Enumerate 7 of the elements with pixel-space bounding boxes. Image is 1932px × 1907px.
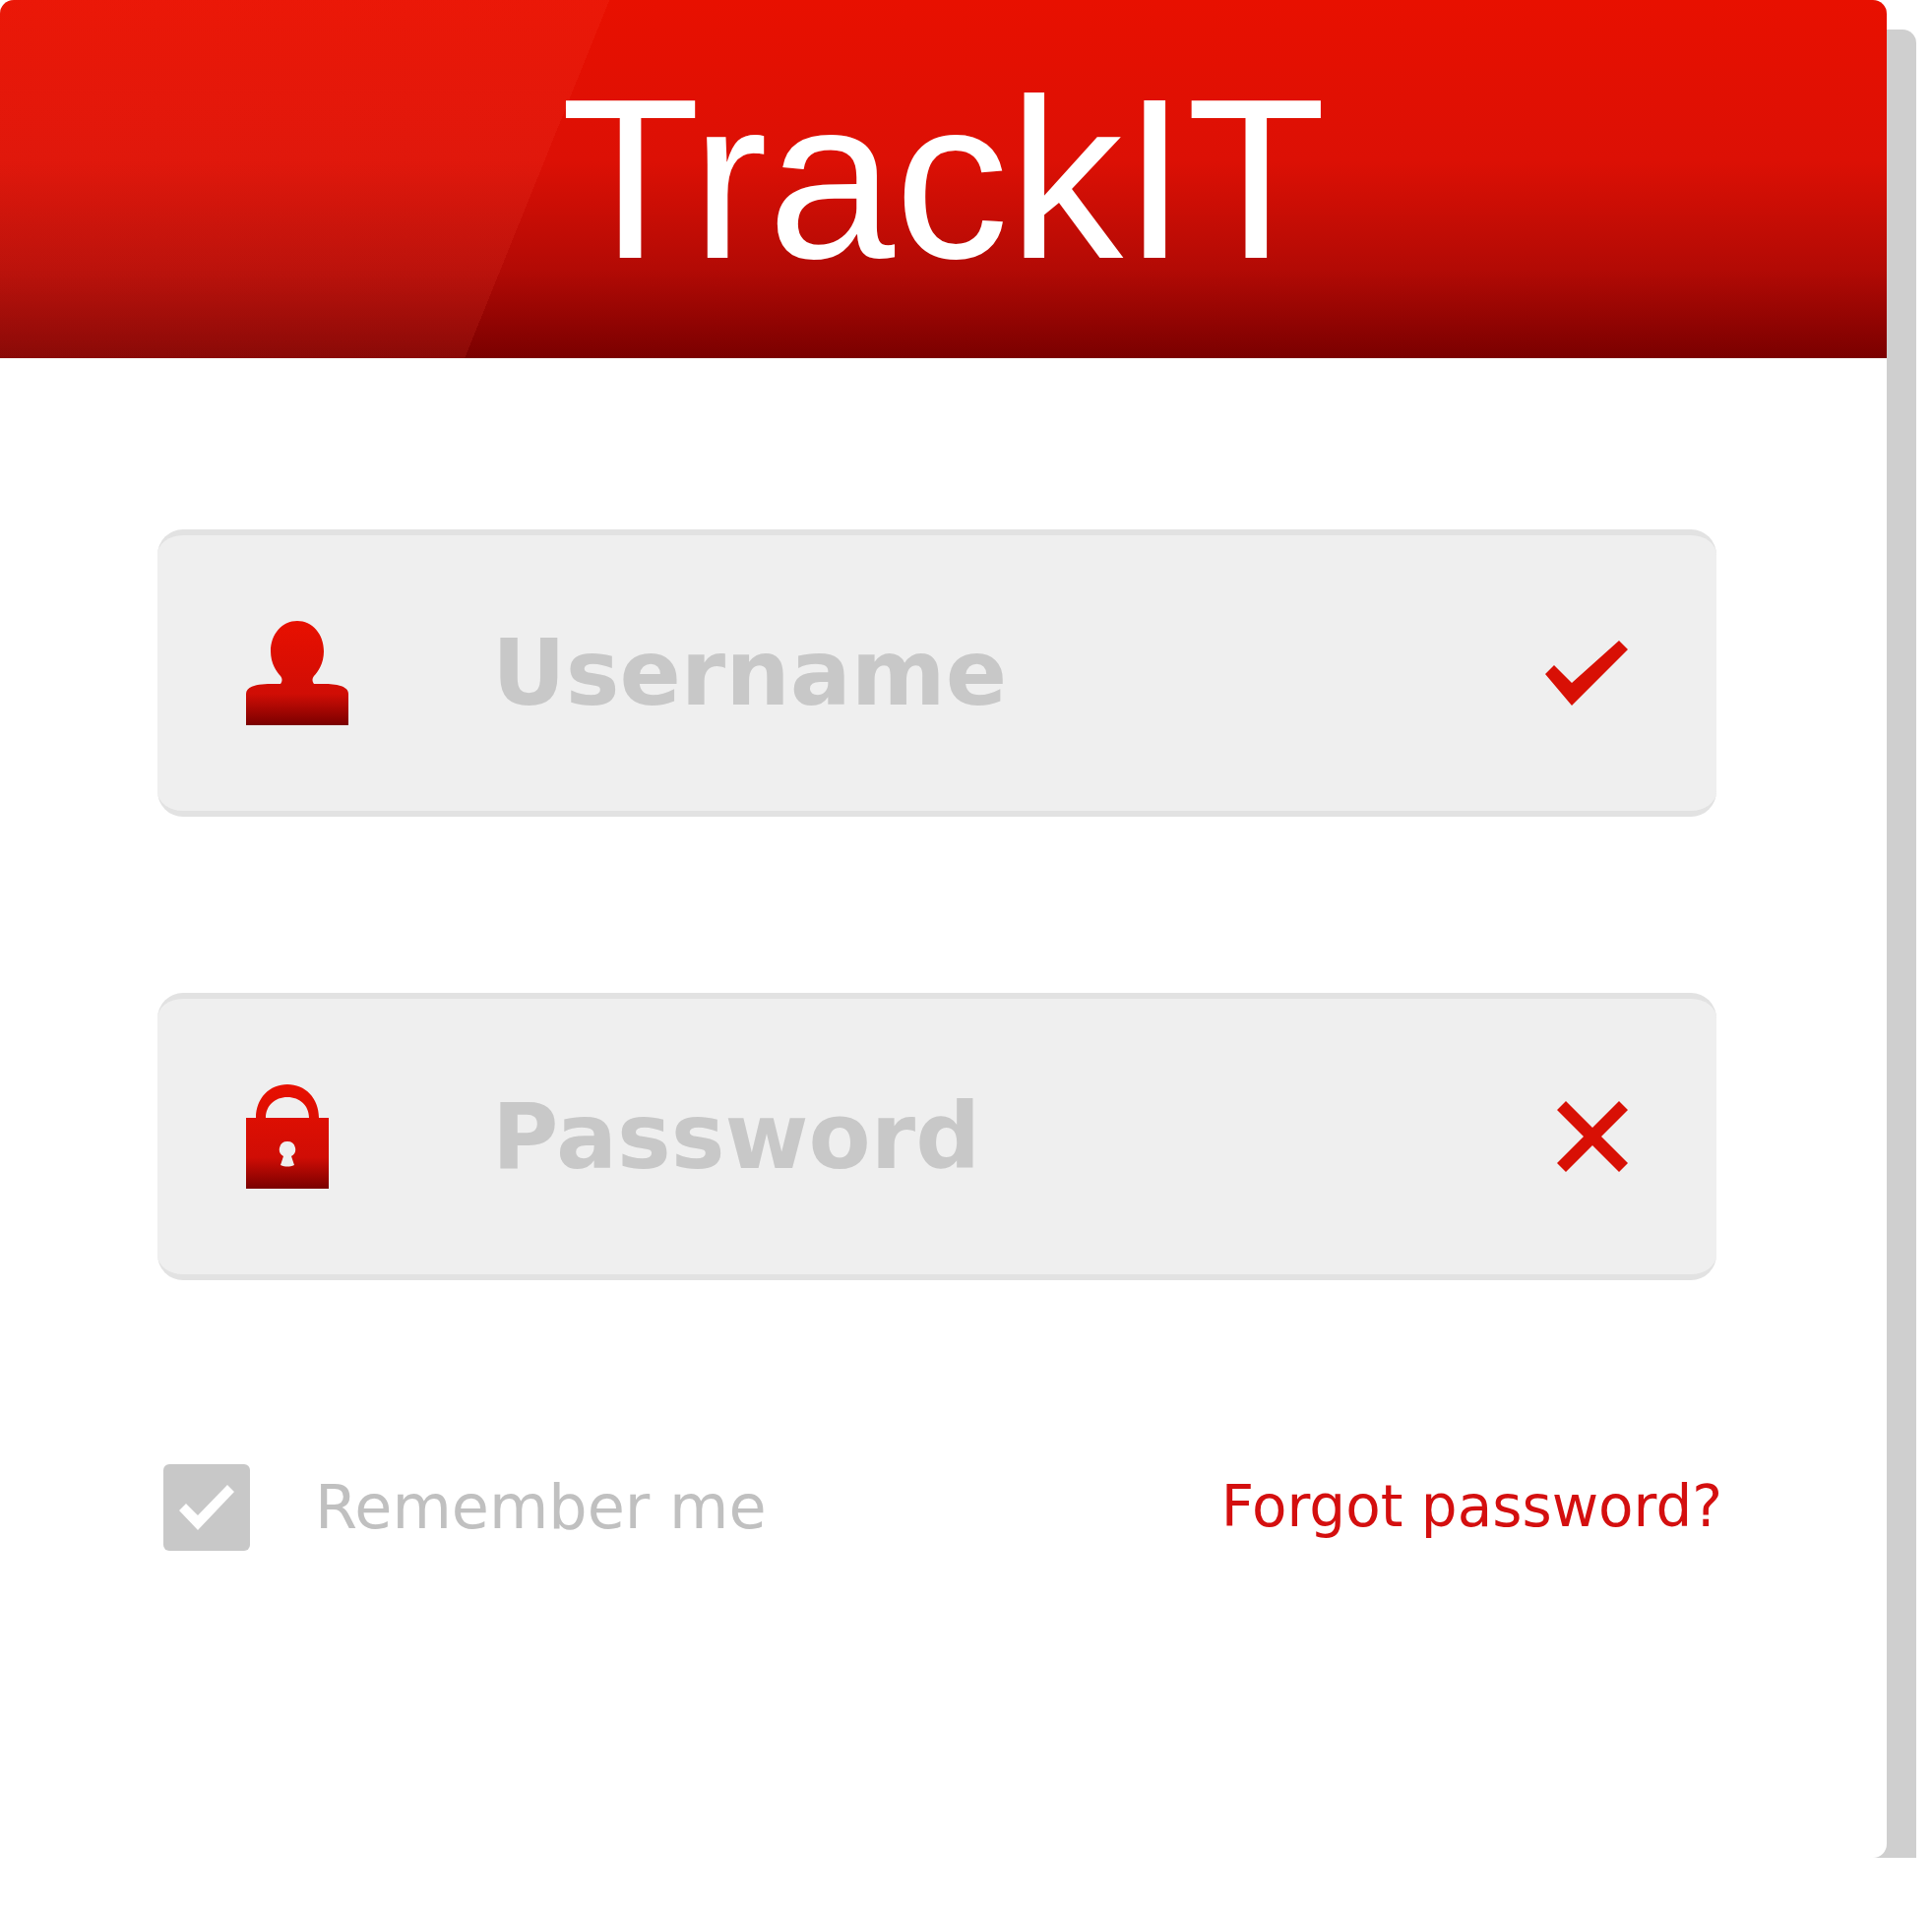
checkmark-icon xyxy=(179,1484,234,1530)
app-title: TrackIT xyxy=(560,65,1327,293)
remember-label: Remember me xyxy=(315,1470,767,1545)
forgot-password-link[interactable]: Forgot password? xyxy=(1220,1464,1722,1550)
lock-icon xyxy=(246,1084,329,1189)
remember-checkbox[interactable] xyxy=(163,1463,250,1551)
user-icon xyxy=(246,621,348,725)
